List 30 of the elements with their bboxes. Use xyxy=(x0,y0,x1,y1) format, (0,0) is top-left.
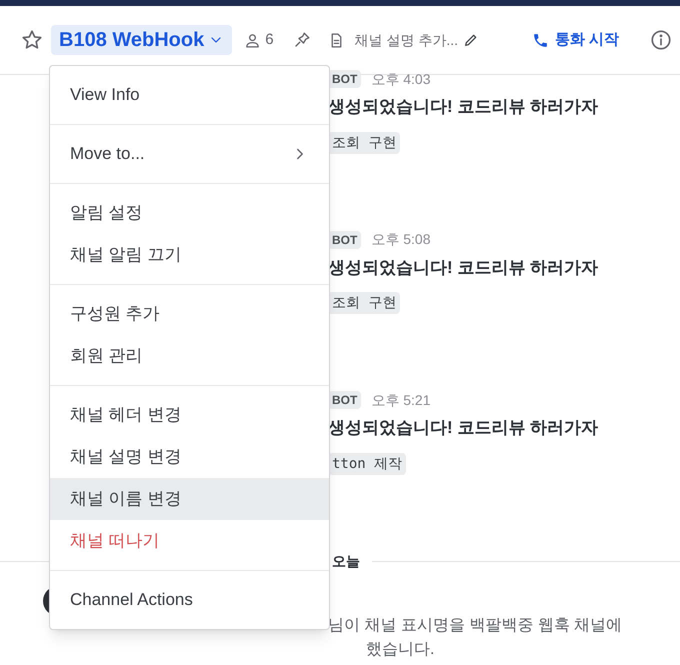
channel-name-button[interactable]: B108 WebHook xyxy=(51,25,232,55)
menu-item[interactable]: 채널 떠나기 xyxy=(50,520,329,562)
menu-item[interactable]: 채널 헤더 변경 xyxy=(50,394,329,436)
add-description-button[interactable]: 채널 설명 추가... xyxy=(354,30,480,50)
message-time: 오후 4:03 xyxy=(371,70,430,88)
date-divider: 오늘 xyxy=(332,552,360,570)
bot-badge: BOT xyxy=(328,230,362,248)
menu-item[interactable]: Move to... xyxy=(50,133,329,175)
menu-item[interactable]: View Info xyxy=(50,74,329,116)
message-time: 오후 5:21 xyxy=(371,390,430,410)
menu-item[interactable]: 채널 이름 변경 xyxy=(50,478,329,520)
menu-item[interactable]: 채널 알림 끄기 xyxy=(50,234,329,276)
system-message: 했습니다. xyxy=(366,640,436,660)
menu-item[interactable]: 채널 설명 변경 xyxy=(50,436,329,478)
menu-item[interactable]: 알림 설정 xyxy=(50,192,329,234)
code-tag: tton 제작 xyxy=(328,452,406,474)
menu-item[interactable]: Channel Actions xyxy=(50,579,329,621)
message-text: 생성되었습니다! 코드리뷰 하러가자 xyxy=(328,417,600,439)
message-time: 오후 5:08 xyxy=(371,230,430,249)
message-text: 생성되었습니다! 코드리뷰 하러가자 xyxy=(328,96,600,118)
menu-item[interactable]: 구성원 추가 xyxy=(50,293,329,335)
start-call-button[interactable]: 통화 시작 xyxy=(532,28,619,52)
code-tag: 조회 구현 xyxy=(328,292,400,314)
member-count-button[interactable]: 6 xyxy=(244,28,274,52)
message-text: 생성되었습니다! 코드리뷰 하러가자 xyxy=(328,256,600,278)
code-tag: 조회 구현 xyxy=(328,132,400,154)
bot-badge: BOT xyxy=(328,70,362,88)
menu-item[interactable]: 회원 관리 xyxy=(50,335,329,377)
system-message: 님이 채널 표시명을 백팔백중 웹훅 채널에 xyxy=(328,616,624,636)
bot-badge: BOT xyxy=(328,391,362,409)
